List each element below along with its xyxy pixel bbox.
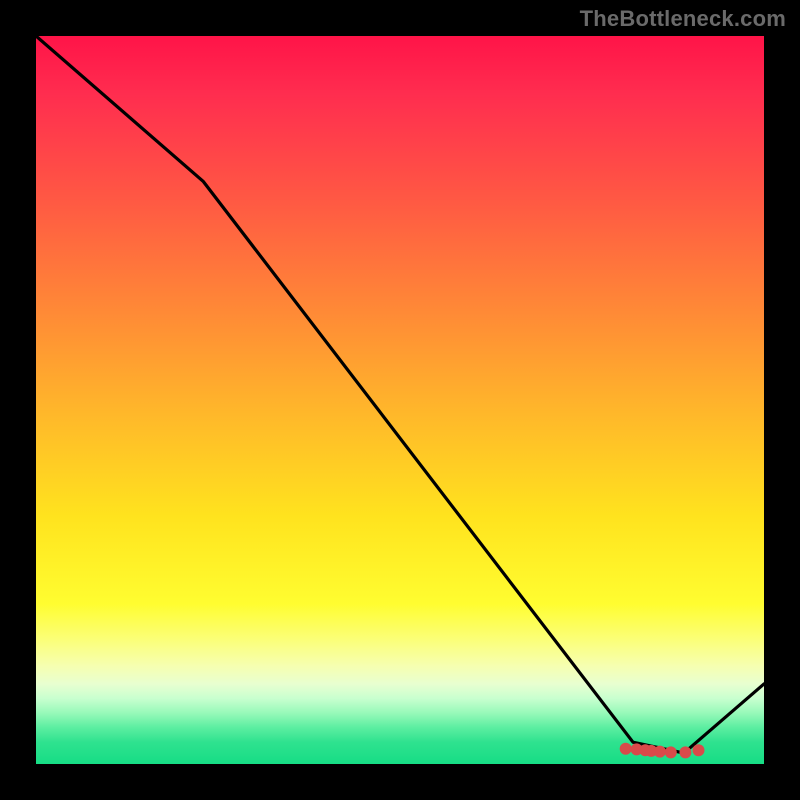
marker-dot: [693, 744, 705, 756]
marker-dot: [654, 746, 666, 758]
chart-frame: TheBottleneck.com: [0, 0, 800, 800]
marker-dot: [620, 743, 632, 755]
plot-area: [36, 36, 764, 764]
bottleneck-curve: [36, 36, 764, 753]
watermark-label: TheBottleneck.com: [580, 6, 786, 32]
marker-dot: [679, 746, 691, 758]
marker-dot: [665, 746, 677, 758]
curve-layer: [36, 36, 764, 764]
